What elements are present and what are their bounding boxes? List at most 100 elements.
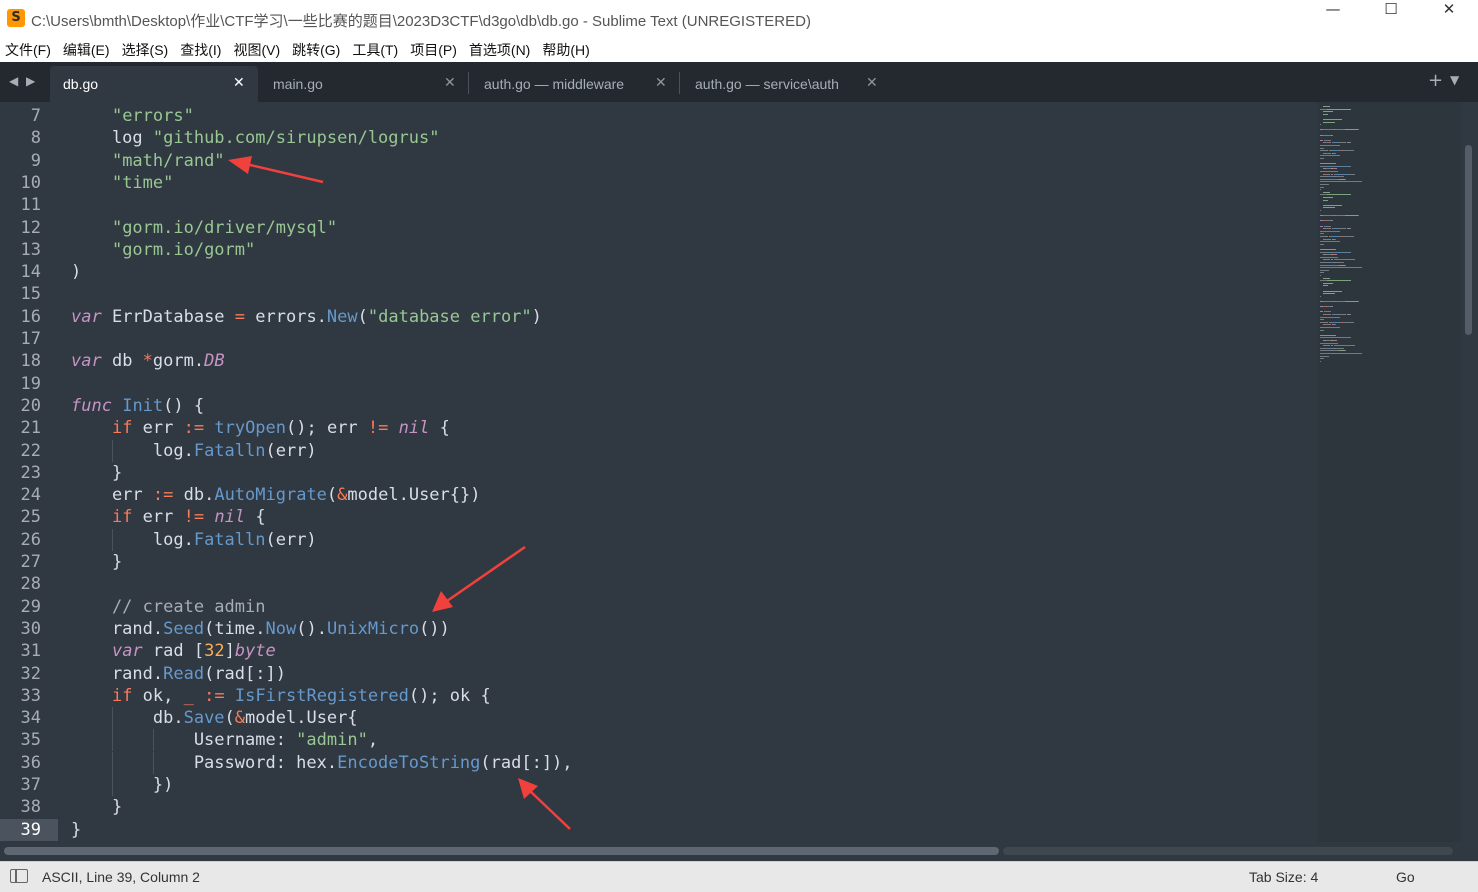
menu-find[interactable]: 查找(I) [175, 40, 228, 60]
code-line[interactable]: 25 if err != nil { [0, 506, 1318, 528]
minimap-stroke [1320, 189, 1321, 191]
tab-close-icon[interactable]: ✕ [233, 75, 245, 91]
maximize-button[interactable]: ☐ [1362, 0, 1420, 37]
minimize-button[interactable]: — [1304, 0, 1362, 37]
code-line[interactable]: 8 log "github.com/sirupsen/logrus" [0, 127, 1318, 149]
code-line[interactable]: 14) [0, 261, 1318, 283]
tab-close-icon[interactable]: ✕ [866, 75, 878, 91]
minimap-stroke [1336, 327, 1341, 328]
code-text: func Init() { [71, 395, 204, 417]
menu-goto[interactable]: 跳转(G) [287, 40, 347, 60]
panel-toggle-icon[interactable] [10, 869, 28, 883]
code-line[interactable]: 39} [0, 818, 1318, 841]
minimap-stroke [1320, 256, 1328, 258]
code-line[interactable]: 37 }) [0, 774, 1318, 796]
minimap-stroke [1331, 236, 1342, 237]
horizontal-scrollbar-thumb[interactable] [4, 847, 999, 855]
tab-label: main.go [273, 76, 323, 92]
line-number: 7 [30, 106, 41, 126]
code-line[interactable]: 35 Username: "admin", [0, 729, 1318, 752]
code-line[interactable]: 11 [0, 194, 1318, 216]
code-line[interactable]: 34 db.Save(&model.User{ [0, 707, 1318, 730]
code-token: AutoMigrate [214, 485, 327, 506]
code-line[interactable]: 12 "gorm.io/driver/mysql" [0, 217, 1318, 239]
code-line[interactable]: 17 [0, 328, 1318, 350]
code-line[interactable]: 20 func Init() { [0, 395, 1318, 417]
tab-auth-go-service-auth[interactable]: auth.go — service\auth ✕ [682, 66, 887, 102]
code-line[interactable]: 9 "math/rand" [0, 150, 1318, 172]
minimap-stroke [1333, 173, 1349, 175]
menu-preferences[interactable]: 首选项(N) [464, 40, 537, 60]
minimap-stroke [1320, 171, 1328, 172]
menu-tools[interactable]: 工具(T) [347, 40, 405, 60]
code-line[interactable]: 27 } [0, 551, 1318, 573]
code-token: Fatalln [193, 529, 266, 550]
code-line[interactable]: 19 [0, 373, 1318, 395]
line-number: 11 [20, 195, 41, 216]
minimap[interactable] [1318, 102, 1462, 842]
tab-auth-go-middleware[interactable]: auth.go — middleware ✕ [471, 66, 676, 102]
code-line[interactable]: 18 var db *gorm.DB [0, 350, 1318, 372]
code-line[interactable]: 7 "errors" [0, 105, 1318, 127]
tab-close-icon[interactable]: ✕ [444, 75, 456, 91]
code-line[interactable]: 21 if err := tryOpen(); err != nil { [0, 417, 1318, 439]
line-number: 22 [20, 440, 41, 461]
minimap-stroke [1344, 142, 1347, 144]
minimap-stroke [1344, 178, 1346, 180]
minimap-stroke [1336, 316, 1341, 318]
code-line[interactable]: 23 } [0, 462, 1318, 484]
tab-nav-left-icon[interactable]: ◀ [9, 74, 18, 88]
minimap-stroke [1348, 345, 1355, 347]
code-line[interactable]: 13 "gorm.io/gorm" [0, 239, 1318, 261]
code-line[interactable]: 22 log.Fatalln(err) [0, 439, 1318, 462]
tab-close-icon[interactable]: ✕ [655, 75, 667, 91]
code-line[interactable]: 15 [0, 283, 1318, 305]
vertical-scrollbar-thumb[interactable] [1465, 145, 1472, 335]
code-token: (err) [265, 529, 317, 550]
minimap-stroke [1320, 295, 1321, 297]
menu-edit[interactable]: 编辑(E) [58, 40, 117, 60]
code-line[interactable]: 31 var rad [32]byte [0, 640, 1318, 662]
code-line[interactable]: 28 [0, 573, 1318, 595]
indent-guide [111, 707, 113, 730]
code-line[interactable]: 36 Password: hex.EncodeToString(rad[:]), [0, 751, 1318, 774]
line-number: 15 [20, 284, 41, 305]
code-line[interactable]: 26 log.Fatalln(err) [0, 528, 1318, 551]
code-line[interactable]: 30 rand.Seed(time.Now().UnixMicro()) [0, 618, 1318, 640]
code-line[interactable]: 10 "time" [0, 172, 1318, 194]
code-line[interactable]: 24 err := db.AutoMigrate(&model.User{}) [0, 484, 1318, 506]
tab-size-selector[interactable]: Tab Size: 4 [1249, 869, 1318, 885]
minimap-stroke [1349, 228, 1352, 230]
code-line[interactable]: 29 // create admin [0, 596, 1318, 618]
menu-help[interactable]: 帮助(H) [537, 40, 596, 60]
minimap-stroke [1320, 210, 1321, 211]
minimap-stroke [1320, 355, 1329, 357]
code-token: (). [296, 618, 327, 639]
code-line[interactable]: 32 rand.Read(rad[:]) [0, 663, 1318, 685]
line-number: 31 [20, 641, 41, 662]
menu-project[interactable]: 项目(P) [405, 40, 464, 60]
tab-list-dropdown-icon[interactable]: ▼ [1450, 73, 1459, 87]
code-token: byte [234, 641, 276, 662]
menu-selection[interactable]: 选择(S) [117, 40, 176, 60]
tab-nav-right-icon[interactable]: ▶ [26, 74, 35, 88]
syntax-selector[interactable]: Go [1396, 869, 1415, 885]
minimap-stroke [1331, 259, 1333, 261]
menu-file[interactable]: 文件(F) [0, 40, 58, 60]
tab-db-go[interactable]: db.go ✕ [50, 66, 258, 102]
line-number: 18 [20, 351, 41, 372]
tab-main-go[interactable]: main.go ✕ [260, 66, 465, 102]
code-line[interactable]: 38 } [0, 796, 1318, 818]
new-tab-icon[interactable]: + [1428, 70, 1443, 91]
code-line[interactable]: 16 var ErrDatabase = errors.New("database… [0, 306, 1318, 328]
code-line[interactable]: 33 if ok, _ := IsFirstRegistered(); ok { [0, 685, 1318, 707]
menu-view[interactable]: 视图(V) [228, 40, 287, 60]
code-token: db. [173, 485, 215, 506]
status-position: ASCII, Line 39, Column 2 [42, 869, 200, 885]
code-editor[interactable]: 7 "errors" 8 log "github.com/sirupsen/log… [0, 102, 1318, 842]
close-window-button[interactable]: ✕ [1420, 0, 1478, 37]
